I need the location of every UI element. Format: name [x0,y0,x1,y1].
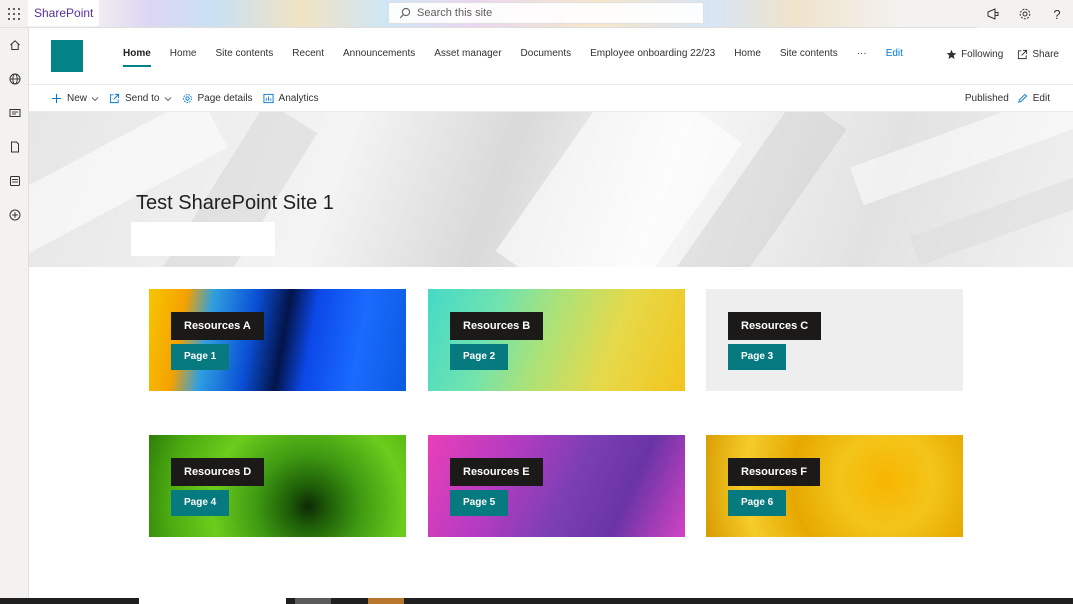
hero-description-box [131,222,275,256]
tile-title: Resources D [171,458,265,486]
nav-item-recent[interactable]: Recent [292,28,324,84]
command-bar: New Send to Page details Analytics Publi… [29,84,1073,112]
nav-item-documents[interactable]: Documents [521,28,572,84]
hero-banner: Test SharePoint Site 1 [29,112,1073,267]
site-logo[interactable] [51,40,83,72]
tile-resources-f[interactable]: Resources F Page 6 [706,435,963,537]
edit-label: Edit [1032,93,1050,104]
list-icon[interactable] [0,164,29,198]
following-button[interactable]: Following [946,49,1003,60]
suite-bar: SharePoint Search this site ? [0,0,1073,28]
page-title: Test SharePoint Site 1 [136,192,334,214]
nav-item-home-2[interactable]: Home [170,28,197,84]
following-label: Following [961,48,1004,60]
home-icon[interactable] [0,28,29,62]
add-circle-icon[interactable] [0,198,29,232]
tile-resources-d[interactable]: Resources D Page 4 [149,435,406,537]
tile-title: Resources A [171,312,264,340]
nav-item-home-3[interactable]: Home [734,28,761,84]
tile-title: Resources B [450,312,544,340]
plus-icon [51,93,62,104]
published-status: Published [964,93,1009,104]
tile-page-button[interactable]: Page 3 [728,344,787,370]
app-launcher-icon[interactable] [0,0,28,28]
tile-page-button[interactable]: Page 5 [450,490,509,516]
tile-resources-c[interactable]: Resources C Page 3 [706,289,963,391]
nav-item-site-contents[interactable]: Site contents [215,28,273,84]
globe-icon[interactable] [0,62,29,96]
news-icon[interactable] [0,96,29,130]
send-to-label: Send to [125,93,160,104]
tile-page-button[interactable]: Page 2 [450,344,509,370]
tile-title: Resources E [450,458,543,486]
star-icon [946,49,957,59]
left-rail [0,28,29,604]
site-header: Home Home Site contents Recent Announcem… [29,28,1073,84]
new-label: New [67,93,88,104]
page-details-label: Page details [197,93,253,104]
send-to-button[interactable]: Send to [109,93,171,104]
tile-resources-a[interactable]: Resources A Page 1 [149,289,406,391]
file-icon[interactable] [0,130,29,164]
chevron-down-icon [164,96,171,101]
nav-item-home[interactable]: Home [123,28,151,84]
search-input[interactable]: Search this site [388,2,704,24]
tile-resources-e[interactable]: Resources E Page 5 [428,435,685,537]
nav-item-site-contents-2[interactable]: Site contents [780,28,838,84]
tile-page-button[interactable]: Page 1 [171,344,230,370]
page-details-button[interactable]: Page details [182,93,253,104]
tile-resources-b[interactable]: Resources B Page 2 [428,289,685,391]
megaphone-icon[interactable] [977,0,1009,28]
tile-title: Resources C [728,312,822,340]
analytics-label: Analytics [278,93,319,104]
search-icon [399,7,411,19]
nav-more-button[interactable]: ··· [857,28,867,84]
send-icon [109,93,120,104]
app-name-link[interactable]: SharePoint [28,0,100,26]
chevron-down-icon [91,96,99,101]
nav-item-announcements[interactable]: Announcements [343,28,415,84]
tile-title: Resources F [728,458,821,486]
taskbar-strip [0,598,1073,604]
analytics-button[interactable]: Analytics [263,93,319,104]
nav-item-asset-manager[interactable]: Asset manager [434,28,501,84]
pencil-icon [1017,93,1027,103]
search-placeholder: Search this site [417,7,493,19]
new-button[interactable]: New [51,93,99,104]
share-button[interactable]: Share [1017,49,1059,60]
edit-page-button[interactable]: Edit [1017,93,1050,104]
top-navigation: Home Home Site contents Recent Announcem… [123,28,922,84]
analytics-icon [263,93,274,104]
help-icon[interactable]: ? [1041,0,1073,28]
share-label: Share [1032,48,1059,60]
gear-icon[interactable] [1009,0,1041,28]
tile-page-button[interactable]: Page 6 [728,490,787,516]
nav-item-employee-onboarding[interactable]: Employee onboarding 22/23 [590,28,715,84]
tile-page-button[interactable]: Page 4 [171,490,230,516]
share-icon [1018,49,1028,59]
gear-icon [182,94,192,103]
nav-edit-link[interactable]: Edit [886,28,903,84]
